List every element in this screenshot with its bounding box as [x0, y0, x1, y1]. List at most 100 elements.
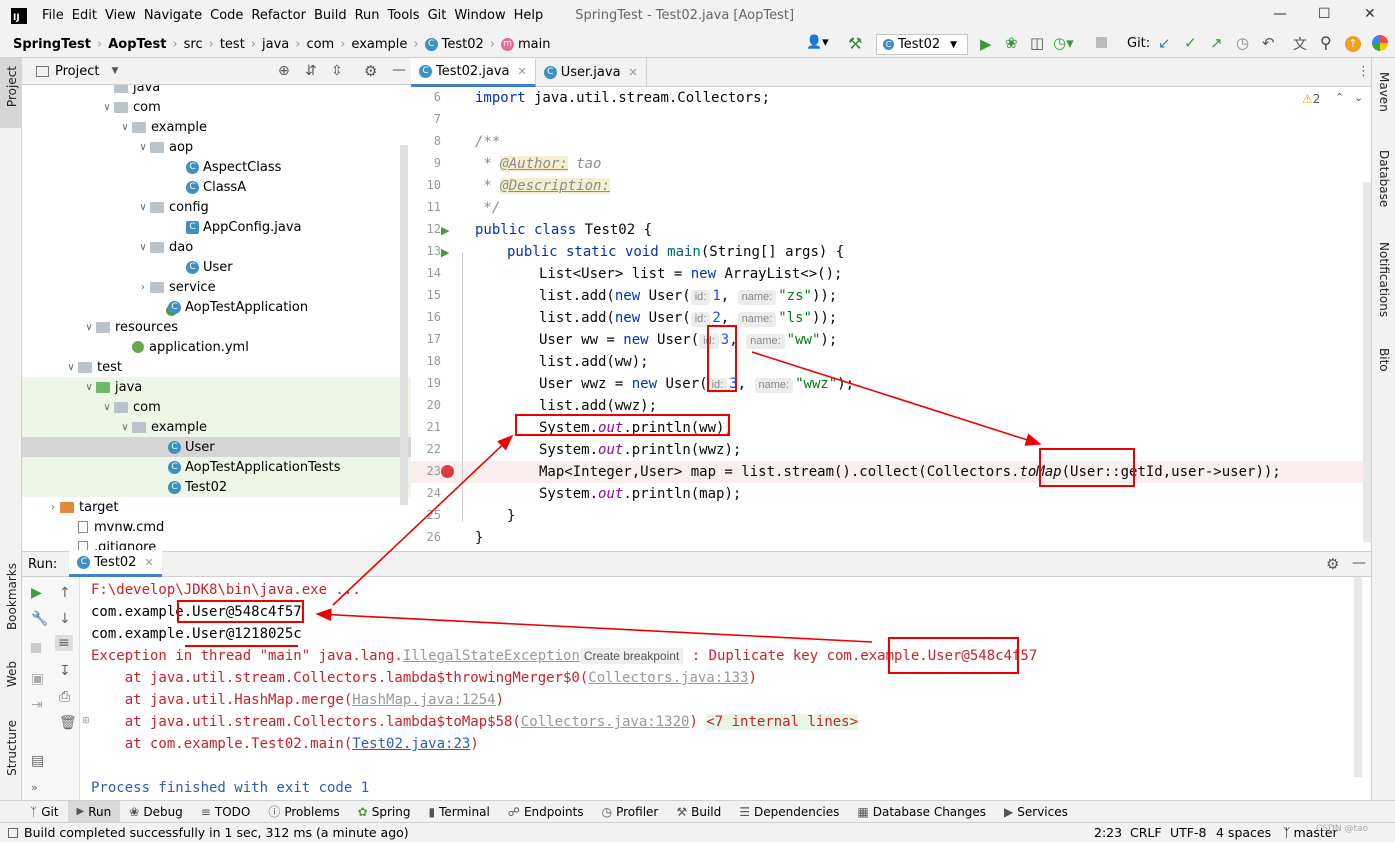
chevron-down-icon[interactable]: ∨ [100, 102, 114, 113]
tool-dependencies[interactable]: ☰ Dependencies [730, 801, 848, 823]
minimize-icon[interactable]: — [1273, 6, 1287, 22]
tree-item-example[interactable]: ∨ example [22, 417, 411, 437]
expand-all-icon[interactable]: ⇵ [305, 63, 317, 79]
chevron-down-icon[interactable]: ∨ [82, 382, 96, 393]
bookmarks-tool-button[interactable]: Bookmarks [5, 563, 19, 630]
scroll-to-end-icon[interactable]: ↧ [59, 663, 71, 679]
translate-icon[interactable]: 文 [1293, 34, 1307, 54]
git-history-icon[interactable]: ◷ [1236, 34, 1249, 52]
stack-link[interactable]: Collectors.java:133 [588, 670, 748, 686]
prev-warning-icon[interactable]: ⌃ [1335, 91, 1344, 104]
tool-todo[interactable]: ≡ TODO [192, 801, 260, 823]
crumb-example[interactable]: example [348, 37, 410, 52]
crumb-src[interactable]: src [181, 37, 206, 52]
tool-debug[interactable]: ❀ Debug [120, 801, 192, 823]
hide-panel-icon[interactable]: — [392, 62, 406, 78]
tree-item-com[interactable]: ∨ com [22, 397, 411, 417]
close-icon[interactable]: ✕ [144, 556, 153, 569]
tree-item-test[interactable]: ∨ test [22, 357, 411, 377]
caret-position[interactable]: 2:23 [1094, 825, 1122, 840]
menu-run[interactable]: Run [351, 8, 384, 23]
run-icon[interactable]: ▶ [980, 35, 992, 53]
menu-tools[interactable]: Tools [384, 8, 424, 23]
collapse-all-icon[interactable]: ⇳ [331, 63, 343, 79]
console-scrollbar[interactable] [1354, 577, 1362, 777]
crumb-module[interactable]: AopTest [105, 37, 169, 52]
tree-item-user[interactable]: C User [22, 437, 411, 457]
database-tool-button[interactable]: Database [1377, 150, 1391, 207]
chevron-down-icon[interactable]: ▼ [111, 66, 118, 76]
hide-panel-icon[interactable]: — [1352, 555, 1366, 571]
tree-item-appconfig-java[interactable]: C AppConfig.java [22, 217, 411, 237]
menu-code[interactable]: Code [206, 8, 247, 23]
gear-icon[interactable]: ⚙ [1326, 555, 1339, 573]
tool-build[interactable]: ⚒ Build [667, 801, 730, 823]
git-update-icon[interactable]: ↙ [1158, 34, 1171, 52]
maven-tool-button[interactable]: Maven [1377, 72, 1391, 112]
chevron-down-icon[interactable]: ∨ [136, 202, 150, 213]
line-separator[interactable]: CRLF [1130, 825, 1162, 840]
chevron-down-icon[interactable]: ∨ [118, 122, 132, 133]
tree-item-mvnw-cmd[interactable]: mvnw.cmd [22, 517, 411, 537]
down-arrow-icon[interactable]: ↓ [59, 611, 71, 627]
maximize-icon[interactable]: ☐ [1318, 6, 1331, 22]
editor-scrollbar[interactable] [1363, 182, 1371, 542]
chevron-down-icon[interactable]: ∨ [118, 422, 132, 433]
structure-tool-button[interactable]: Structure [5, 720, 19, 776]
tree-item-classa[interactable]: C ClassA [22, 177, 411, 197]
menu-edit[interactable]: Edit [68, 8, 101, 23]
web-tool-button[interactable]: Web [5, 661, 19, 687]
crumb-java[interactable]: java [259, 37, 292, 52]
tree-item-java[interactable]: ∨ java [22, 377, 411, 397]
chevron-down-icon[interactable]: ∨ [100, 402, 114, 413]
breakpoint-icon[interactable] [441, 465, 454, 478]
tree-item-aspectclass[interactable]: C AspectClass [22, 157, 411, 177]
tree-item-java[interactable]: java [22, 85, 411, 97]
stack-link[interactable]: Test02.java:23 [352, 736, 470, 752]
debug-bug-icon[interactable]: ❀ [1005, 34, 1018, 52]
crumb-project[interactable]: SpringTest [10, 37, 94, 52]
crumb-test[interactable]: test [217, 37, 248, 52]
git-commit-icon[interactable]: ✓ [1184, 34, 1197, 52]
gear-icon[interactable]: ⚙ [364, 62, 377, 80]
chevron-right-icon[interactable]: › [136, 282, 150, 293]
close-icon[interactable]: ✕ [1364, 6, 1376, 22]
crumb-com[interactable]: com [303, 37, 337, 52]
stop-icon[interactable] [31, 643, 41, 653]
plugin-logo-icon[interactable] [1372, 35, 1388, 51]
tab-run-test02[interactable]: C Test02 ✕ [69, 551, 162, 577]
tool-terminal[interactable]: ▮ Terminal [419, 801, 498, 823]
warning-indicator[interactable]: ⚠2 [1302, 92, 1320, 106]
tree-item-user[interactable]: C User [22, 257, 411, 277]
print-icon[interactable]: ⎙ [59, 689, 70, 705]
user-icon[interactable]: 👤▾ [806, 35, 829, 50]
tool-endpoints[interactable]: ☍ Endpoints [499, 801, 593, 823]
menu-view[interactable]: View [101, 8, 140, 23]
indent-setting[interactable]: 4 spaces [1216, 825, 1271, 840]
up-arrow-icon[interactable]: ↑ [59, 585, 71, 601]
chevron-down-icon[interactable]: ∨ [64, 362, 78, 373]
exit-icon[interactable]: ⇥ [31, 697, 43, 713]
next-warning-icon[interactable]: ⌄ [1354, 91, 1363, 104]
tree-item-config[interactable]: ∨ config [22, 197, 411, 217]
tree-scrollbar[interactable] [400, 145, 408, 505]
soft-wrap-icon[interactable]: ≡ [55, 635, 73, 651]
crumb-method[interactable]: m main [498, 37, 553, 52]
update-icon[interactable]: ↑ [1345, 36, 1361, 52]
menu-navigate[interactable]: Navigate [140, 8, 206, 23]
git-push-icon[interactable]: ↗ [1210, 34, 1223, 52]
tool-profiler[interactable]: ◷ Profiler [593, 801, 668, 823]
project-panel-title[interactable]: Project [55, 64, 99, 79]
git-rollback-icon[interactable]: ↶ [1262, 34, 1275, 52]
coverage-icon[interactable]: ◫ [1030, 34, 1044, 52]
tool-database-changes[interactable]: ▦ Database Changes [848, 801, 995, 823]
build-hammer-icon[interactable]: ⚒ [848, 34, 862, 53]
camera-icon[interactable]: ▣ [31, 671, 44, 687]
menu-help[interactable]: Help [510, 8, 548, 23]
more-icon[interactable]: ⋮ [1357, 64, 1370, 79]
close-icon[interactable]: ✕ [629, 66, 638, 79]
chevron-down-icon[interactable]: ∨ [136, 242, 150, 253]
tree-item-test02[interactable]: C Test02 [22, 477, 411, 497]
profile-icon[interactable]: ◷▾ [1053, 34, 1074, 52]
tree-item-gitignore[interactable]: .gitignore [22, 537, 411, 550]
